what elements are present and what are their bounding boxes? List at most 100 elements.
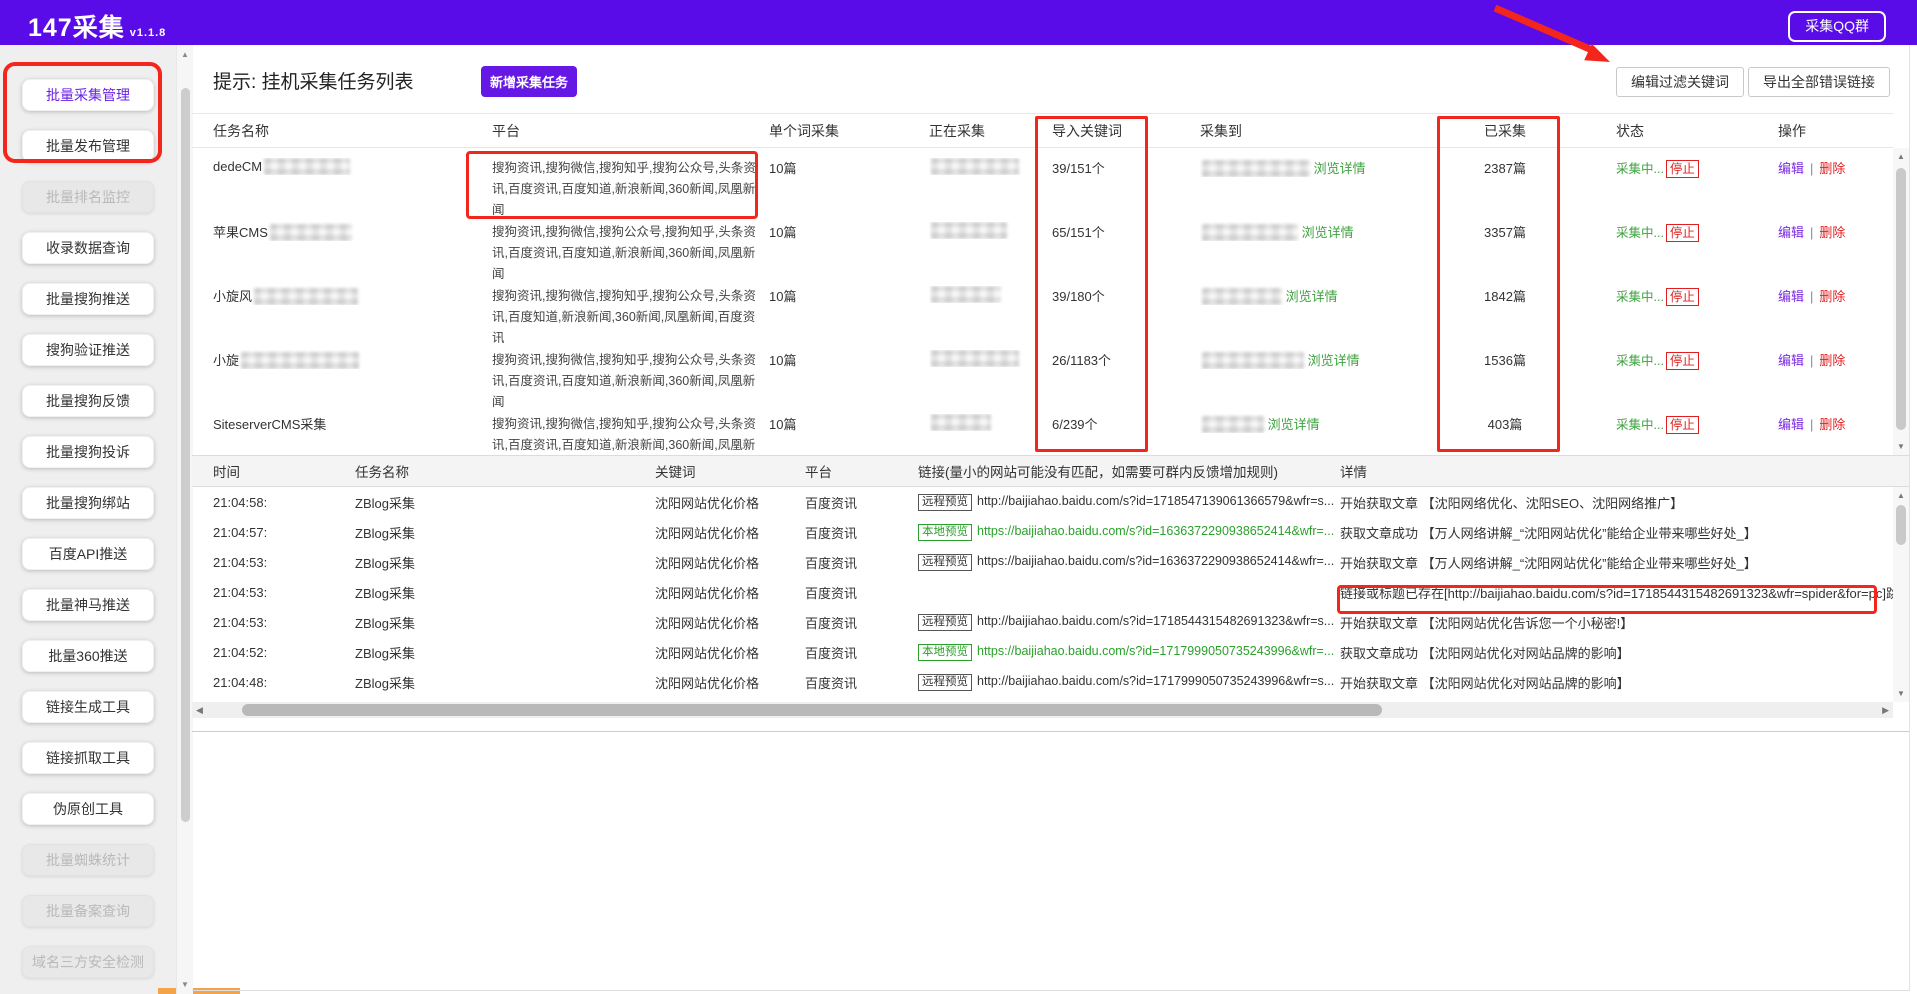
log-platform: 百度资讯 <box>805 493 918 512</box>
sidebar-item-batch-publish[interactable]: 批量发布管理 <box>22 130 154 162</box>
sidebar-item-spider-stats: 批量蜘蛛统计 <box>22 844 154 876</box>
edit-link[interactable]: 编辑 <box>1778 289 1804 304</box>
scroll-down-icon[interactable]: ▼ <box>1893 689 1909 698</box>
log-detail: 开始获取文章 【沈阳网站优化对网站品牌的影响】 <box>1340 673 1893 692</box>
log-task: ZBlog采集 <box>355 583 655 602</box>
log-row: 21:04:57: ZBlog采集 沈阳网站优化价格 百度资讯 本地预览http… <box>192 517 1893 547</box>
scroll-left-icon[interactable]: ◀ <box>196 705 203 716</box>
stop-button[interactable]: 停止 <box>1666 224 1699 242</box>
task-table-body: dedeCM 搜狗资讯,搜狗微信,搜狗知乎,搜狗公众号,头条资讯,百度资讯,百度… <box>192 148 1893 455</box>
sidebar-item-sogou-push[interactable]: 批量搜狗推送 <box>22 283 154 315</box>
stop-button[interactable]: 停止 <box>1666 352 1699 370</box>
delete-link[interactable]: 删除 <box>1819 225 1845 240</box>
remote-preview-button[interactable]: 远程预览 <box>918 554 972 571</box>
status-running-label: 采集中... <box>1616 290 1664 304</box>
log-keyword: 沈阳网站优化价格 <box>655 553 805 572</box>
export-error-links-button[interactable]: 导出全部错误链接 <box>1748 67 1890 97</box>
sidebar-item-sogou-bind-site[interactable]: 批量搜狗绑站 <box>22 487 154 519</box>
stop-button[interactable]: 停止 <box>1666 288 1699 306</box>
log-time: 21:04:52: <box>213 645 355 660</box>
status-running-label: 采集中... <box>1616 226 1664 240</box>
sidebar-item-sogou-complaint[interactable]: 批量搜狗投诉 <box>22 436 154 468</box>
browse-details-link[interactable]: 浏览详情 <box>1314 161 1366 176</box>
add-task-button[interactable]: 新增采集任务 <box>481 66 577 97</box>
sidebar-item-baidu-api-push[interactable]: 百度API推送 <box>22 538 154 570</box>
task-platforms: 搜狗资讯,搜狗微信,搜狗公众号,搜狗知乎,头条资讯,百度资讯,百度知道,新浪新闻… <box>492 222 769 285</box>
sidebar-scrollbar[interactable]: ▲ ▼ <box>176 45 193 994</box>
scroll-down-icon[interactable]: ▼ <box>177 980 193 989</box>
sidebar-scrollbar-thumb[interactable] <box>181 88 190 822</box>
log-detail: 开始获取文章 【沈阳网络优化、沈阳SEO、沈阳网络推广】 <box>1340 493 1893 512</box>
imported-keywords: 39/151个 <box>1052 158 1200 177</box>
log-scrollbar[interactable]: ▲ ▼ <box>1893 487 1909 702</box>
page-title: 提示: 挂机采集任务列表 <box>213 67 414 94</box>
delete-link[interactable]: 删除 <box>1819 161 1845 176</box>
sidebar-item-sogou-feedback[interactable]: 批量搜狗反馈 <box>22 385 154 417</box>
remote-preview-button[interactable]: 远程预览 <box>918 674 972 691</box>
delete-link[interactable]: 删除 <box>1819 353 1845 368</box>
browse-details-link[interactable]: 浏览详情 <box>1286 289 1338 304</box>
browse-details-link[interactable]: 浏览详情 <box>1308 353 1360 368</box>
log-time: 21:04:57: <box>213 525 355 540</box>
collected-count: 403篇 <box>1430 414 1580 433</box>
browse-details-link[interactable]: 浏览详情 <box>1302 225 1354 240</box>
stop-button[interactable]: 停止 <box>1666 416 1699 434</box>
sidebar-item-360-push[interactable]: 批量360推送 <box>22 640 154 672</box>
edit-link[interactable]: 编辑 <box>1778 161 1804 176</box>
delete-link[interactable]: 删除 <box>1819 417 1845 432</box>
task-status: 采集中...停止 <box>1580 222 1756 242</box>
redacted-blur <box>264 158 350 175</box>
redacted-blur <box>241 352 359 369</box>
edit-filter-keywords-button[interactable]: 编辑过滤关键词 <box>1616 67 1744 97</box>
sidebar: 批量采集管理 批量发布管理 批量排名监控 收录数据查询 批量搜狗推送 搜狗验证推… <box>0 45 176 994</box>
edit-link[interactable]: 编辑 <box>1778 225 1804 240</box>
task-name-cell: 苹果CMS <box>213 222 492 241</box>
scroll-down-icon[interactable]: ▼ <box>1893 442 1909 451</box>
log-horizontal-scrollbar[interactable]: ◀ ▶ <box>192 702 1893 718</box>
remote-preview-button[interactable]: 远程预览 <box>918 614 972 631</box>
sidebar-item-sogou-verify-push[interactable]: 搜狗验证推送 <box>22 334 154 366</box>
local-preview-button[interactable]: 本地预览 <box>918 644 972 661</box>
task-name-cell: 小旋风 <box>213 286 492 305</box>
sidebar-item-link-grab[interactable]: 链接抓取工具 <box>22 742 154 774</box>
log-keyword: 沈阳网站优化价格 <box>655 673 805 692</box>
sidebar-item-index-query[interactable]: 收录数据查询 <box>22 232 154 264</box>
qq-group-button[interactable]: 采集QQ群 <box>1788 11 1886 42</box>
scroll-up-icon[interactable]: ▲ <box>1893 491 1909 500</box>
col-platform: 平台 <box>492 121 769 141</box>
per-word-count: 10篇 <box>769 350 929 369</box>
log-hscrollbar-thumb[interactable] <box>242 704 1382 716</box>
sidebar-item-batch-collect[interactable]: 批量采集管理 <box>22 79 154 111</box>
task-status: 采集中...停止 <box>1580 286 1756 306</box>
log-link-cell: 远程预览http://baijiahao.baidu.com/s?id=1718… <box>918 613 1340 631</box>
log-task: ZBlog采集 <box>355 673 655 692</box>
task-scrollbar-thumb[interactable] <box>1896 168 1906 430</box>
delete-link[interactable]: 删除 <box>1819 289 1845 304</box>
scroll-right-icon[interactable]: ▶ <box>1882 705 1889 716</box>
table-row: SiteserverCMS采集 搜狗资讯,搜狗微信,搜狗知乎,搜狗公众号,头条资… <box>192 404 1893 455</box>
log-task: ZBlog采集 <box>355 523 655 542</box>
sidebar-item-shenma-push[interactable]: 批量神马推送 <box>22 589 154 621</box>
col-status: 状态 <box>1580 121 1756 141</box>
edit-link[interactable]: 编辑 <box>1778 353 1804 368</box>
sidebar-item-link-generate[interactable]: 链接生成工具 <box>22 691 154 723</box>
scroll-up-icon[interactable]: ▲ <box>177 50 193 59</box>
local-preview-button[interactable]: 本地预览 <box>918 524 972 541</box>
log-scrollbar-thumb[interactable] <box>1896 505 1906 545</box>
sidebar-item-pseudo-original[interactable]: 伪原创工具 <box>22 793 154 825</box>
brand: 147采集v1.1.8 <box>28 8 166 44</box>
log-link-cell: 远程预览http://baijiahao.baidu.com/s?id=1717… <box>918 673 1340 691</box>
edit-link[interactable]: 编辑 <box>1778 417 1804 432</box>
log-keyword: 沈阳网站优化价格 <box>655 493 805 512</box>
task-table-scrollbar[interactable]: ▲ ▼ <box>1893 148 1909 455</box>
col-task-name: 任务名称 <box>213 121 492 141</box>
stop-button[interactable]: 停止 <box>1666 160 1699 178</box>
log-task: ZBlog采集 <box>355 613 655 632</box>
scroll-up-icon[interactable]: ▲ <box>1893 152 1909 161</box>
browse-details-link[interactable]: 浏览详情 <box>1268 417 1320 432</box>
task-status: 采集中...停止 <box>1580 350 1756 370</box>
redacted-blur <box>254 288 358 305</box>
remote-preview-button[interactable]: 远程预览 <box>918 494 972 511</box>
task-name: 苹果CMS <box>213 225 268 240</box>
actions-divider: | <box>1810 289 1813 304</box>
